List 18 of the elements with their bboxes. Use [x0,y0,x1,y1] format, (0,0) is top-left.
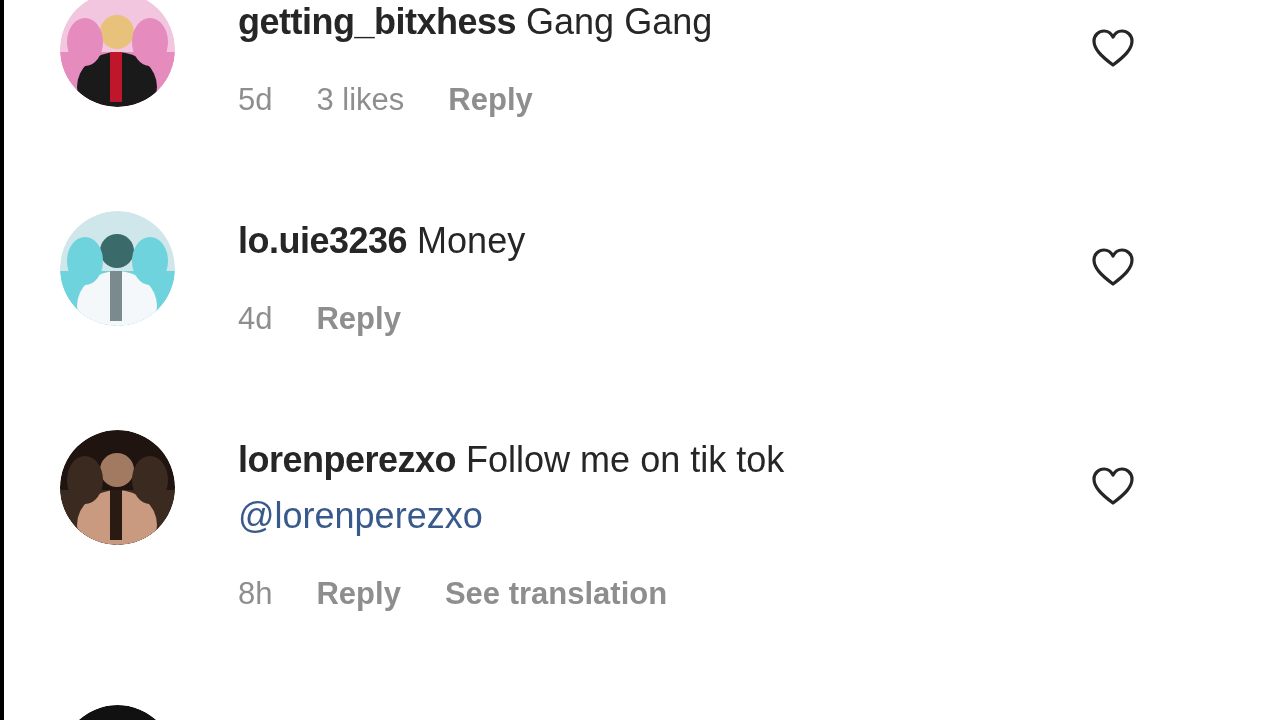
action-link[interactable]: Reply [448,78,533,122]
username[interactable]: lo.uie3236 [238,220,408,261]
like-count[interactable]: 3 likes [316,78,405,122]
heart-icon[interactable] [1091,466,1135,506]
action-link[interactable]: See translation [444,572,668,616]
mention-link[interactable]: @lorenperezxo [238,488,483,544]
username[interactable]: getting_bitxhess [238,1,517,42]
username[interactable]: lorenperezxo [238,439,457,480]
heart-icon[interactable] [1091,28,1135,68]
action-link[interactable]: Reply [316,297,401,341]
comment-text: Money [417,220,526,261]
timestamp: 5d [238,81,273,119]
timestamp: 8h [238,575,273,613]
comment-text: Gang Gang [526,1,713,42]
timestamp: 4d [238,300,273,338]
comment-text: Follow me on tik tok [466,439,785,480]
action-link[interactable]: Reply [316,572,401,616]
heart-icon[interactable] [1091,247,1135,287]
